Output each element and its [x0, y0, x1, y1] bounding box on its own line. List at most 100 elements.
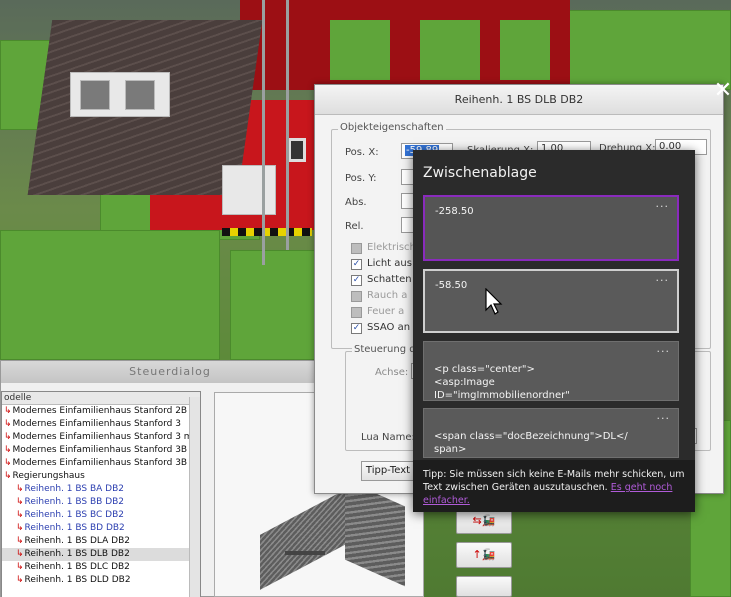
model-icon: ↳: [4, 471, 12, 481]
list-item-label: Reihenh. 1 BS DLA DB2: [24, 536, 130, 546]
more-icon[interactable]: ···: [656, 200, 670, 213]
list-item-label: Modernes Einfamilienhaus Stanford 3B: [12, 445, 188, 455]
model-icon: ↳: [16, 575, 24, 585]
model-icon: ↳: [16, 484, 24, 494]
checkbox-label: Schatten: [367, 274, 412, 285]
pole: [262, 0, 265, 265]
window-title: Reihenh. 1 BS DLB DB2: [315, 85, 723, 115]
clipboard-item-text: <span class="docBezeichnung">DL</ span>: [434, 431, 628, 455]
clipboard-flyout: Zwischenablage -258.50 ··· -58.50 ··· <p…: [413, 150, 695, 512]
clipboard-item[interactable]: -58.50 ···: [423, 269, 679, 333]
dormer-window: [125, 80, 155, 110]
dormer-window: [80, 80, 110, 110]
clipboard-item[interactable]: <p class="center"> <asp:Image ID="imgImm…: [423, 341, 679, 401]
list-item[interactable]: ↳Modernes Einfamilienhaus Stanford 3: [2, 418, 200, 431]
list-item[interactable]: ↳Modernes Einfamilienhaus Stanford 2B mi…: [2, 405, 200, 418]
list-scrollbar[interactable]: [189, 397, 200, 597]
checkbox[interactable]: ✓: [351, 275, 362, 286]
pos-y-label: Pos. Y:: [345, 173, 377, 184]
model-icon: ↳: [4, 445, 12, 455]
pole: [286, 0, 289, 250]
checkbox[interactable]: [351, 243, 362, 254]
list-item-label: Modernes Einfamilienhaus Stanford 3: [12, 419, 181, 429]
checkbox[interactable]: [351, 307, 362, 318]
list-item-label: Reihenh. 1 BS BA DB2: [24, 484, 125, 494]
clipboard-item-text: -258.50: [435, 206, 474, 217]
building-window: [330, 20, 390, 80]
roof-preview: [345, 479, 405, 587]
steuerung-label: Steuerung d: [352, 344, 418, 355]
clipboard-item-text: <p class="center"> <asp:Image ID="imgImm…: [434, 364, 570, 401]
clipboard-title: Zwischenablage: [423, 165, 537, 181]
model-icon: ↳: [16, 549, 24, 559]
building-window: [500, 20, 550, 80]
roof-preview: [260, 487, 350, 590]
grass-tile: [560, 10, 731, 90]
checkbox[interactable]: [351, 291, 362, 302]
list-item[interactable]: ↳Reihenh. 1 BS DLC DB2: [2, 561, 200, 574]
list-item-label: Modernes Einfamilienhaus Stanford 2B mit: [12, 406, 201, 416]
list-item-label: Reihenh. 1 BS BC DB2: [24, 510, 124, 520]
list-item[interactable]: ↳Reihenh. 1 BS DLD DB2: [2, 574, 200, 587]
checkbox-label: Feuer a: [367, 306, 405, 317]
list-item[interactable]: ↳Reihenh. 1 BS BC DB2: [2, 509, 200, 522]
list-item[interactable]: ↳Regierungshaus: [2, 470, 200, 483]
list-item[interactable]: ↳Modernes Einfamilienhaus Stanford 3B: [2, 444, 200, 457]
model-list[interactable]: odelle ↳Modernes Einfamilienhaus Stanfor…: [1, 391, 201, 597]
train-up-button[interactable]: ↑🚂: [456, 542, 512, 568]
more-icon[interactable]: ···: [657, 345, 671, 358]
clipboard-item[interactable]: <span class="docBezeichnung">DL</ span> …: [423, 408, 679, 458]
base-preview: [285, 551, 325, 555]
list-item-label: Reihenh. 1 BS DLB DB2: [24, 549, 130, 559]
group-label: Objekteigenschaften: [338, 122, 446, 133]
list-item-label: Reihenh. 1 BS BD DB2: [24, 523, 125, 533]
model-icon: ↳: [4, 406, 12, 416]
clipboard-item[interactable]: -258.50 ···: [423, 195, 679, 261]
train-button-2[interactable]: [456, 576, 512, 597]
list-item-label: Reihenh. 1 BS BB DB2: [24, 497, 125, 507]
building-window: [288, 138, 306, 162]
entrance-box: [222, 165, 276, 215]
checkbox-label: Elektrisch: [367, 242, 416, 253]
checkbox-label: Rauch a: [367, 290, 408, 301]
model-icon: ↳: [16, 523, 24, 533]
model-icon: ↳: [16, 497, 24, 507]
list-item[interactable]: ↳Reihenh. 1 BS BB DB2: [2, 496, 200, 509]
steuerdialog-title: Steuerdialog: [1, 361, 339, 383]
checkbox-label: Licht aus: [367, 258, 412, 269]
list-item[interactable]: ↳Reihenh. 1 BS BD DB2: [2, 522, 200, 535]
list-item-label: Modernes Einfamilienhaus Stanford 3B mit: [12, 458, 201, 468]
list-item[interactable]: ↳Reihenh. 1 BS DLB DB2: [2, 548, 200, 561]
grass-tile: [0, 230, 220, 360]
abs-label: Abs.: [345, 197, 367, 208]
close-icon[interactable]: ✕: [711, 79, 731, 103]
clipboard-item-text: -58.50: [435, 280, 468, 291]
more-icon[interactable]: ···: [656, 274, 670, 287]
achse-label: Achse:: [375, 367, 409, 378]
rel-label: Rel.: [345, 221, 364, 232]
list-item[interactable]: ↳Reihenh. 1 BS DLA DB2: [2, 535, 200, 548]
model-icon: ↳: [4, 419, 12, 429]
mouse-cursor-icon: [485, 288, 503, 315]
checkbox[interactable]: ✓: [351, 259, 362, 270]
model-icon: ↳: [16, 510, 24, 520]
pos-x-label: Pos. X:: [345, 147, 379, 158]
hazard-stripe: [222, 228, 312, 236]
list-item-label: Reihenh. 1 BS DLC DB2: [24, 562, 130, 572]
list-header: odelle: [2, 392, 200, 405]
model-icon: ↳: [16, 536, 24, 546]
lua-name-label: Lua Name:: [361, 432, 415, 443]
list-item-label: Reihenh. 1 BS DLD DB2: [24, 575, 131, 585]
building-window: [420, 20, 480, 80]
list-item[interactable]: ↳Modernes Einfamilienhaus Stanford 3B mi…: [2, 457, 200, 470]
list-item[interactable]: ↳Reihenh. 1 BS BA DB2: [2, 483, 200, 496]
list-item-label: Regierungshaus: [12, 471, 85, 481]
checkbox-label: SSAO an: [367, 322, 411, 333]
list-item[interactable]: ↳Modernes Einfamilienhaus Stanford 3 mit…: [2, 431, 200, 444]
clipboard-tip: Tipp: Sie müssen sich keine E-Mails mehr…: [413, 460, 695, 512]
model-icon: ↳: [4, 432, 12, 442]
checkbox[interactable]: ✓: [351, 323, 362, 334]
more-icon[interactable]: ···: [657, 412, 671, 425]
tipp-text-button[interactable]: Tipp-Text: [361, 461, 415, 481]
model-icon: ↳: [4, 458, 12, 468]
